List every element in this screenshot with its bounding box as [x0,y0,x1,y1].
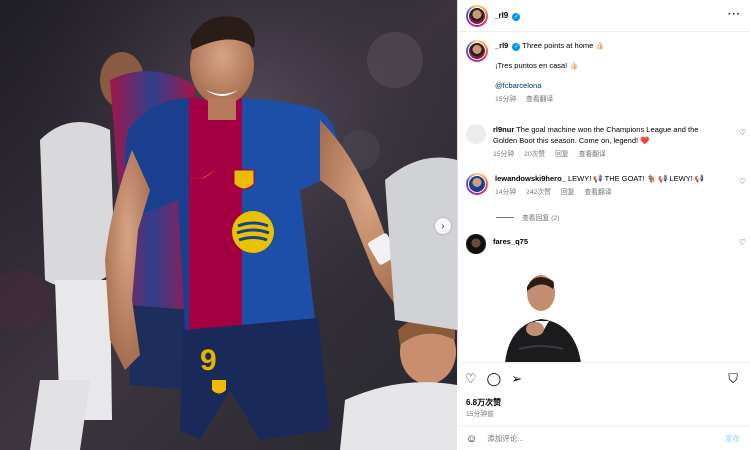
comment-username[interactable]: fares_q75 [493,237,528,246]
caption-avatar[interactable] [466,40,488,62]
comment-time: 14分钟 [495,189,517,196]
reply-button[interactable]: 回复 [561,189,575,196]
thumbs-up-emoji: 👍🏻 [569,61,579,70]
post-photo[interactable]: 9 › [0,0,457,450]
view-replies-label[interactable]: 查看回复 (2) [522,212,559,222]
comment-input[interactable]: 添加评论... [487,433,725,444]
comment-item: lewandowski9hero_ LEWY! 📢 THE GOAT! 🐐 📢 … [466,173,746,198]
caption-username[interactable]: _rl9 [495,41,508,50]
verified-badge-icon: ✓ [512,12,521,21]
comment-likes[interactable]: 20次赞 [524,151,545,158]
comment-text: The goal machine won the Champions Leagu… [493,125,699,145]
like-heart-icon[interactable]: ♡ [465,371,477,387]
chevron-right-icon: › [441,220,445,232]
person-gif-image [495,263,589,363]
see-translation-button[interactable]: 查看翻译 [584,189,611,196]
view-replies-button[interactable]: 查看回复 (2) [496,212,559,222]
next-photo-button[interactable]: › [435,218,451,234]
bookmark-icon[interactable]: ⛉ [728,371,738,387]
comment-item: rl9nur The goal machine won the Champion… [466,124,746,160]
comment-username[interactable]: rl9nur [493,125,514,134]
share-send-icon[interactable]: ➢ [511,371,522,387]
avatar[interactable] [466,173,488,195]
football-celebration-image: 9 [0,0,457,450]
avatar[interactable] [466,124,486,144]
caption: _rl9 ✓ Three points at home 👍🏻 ¡Tres pun… [466,40,746,105]
comment-text: LEWY! 📢 THE GOAT! 🐐 📢 LEWY! 📢 [567,174,705,183]
heart-emoji: ❤️ [640,136,650,145]
comment-time: 15分钟 [493,151,515,158]
caption-time: 15分钟 [495,96,517,103]
comment-gif[interactable] [495,263,589,363]
likes-count[interactable]: 6.8万次赞 [466,397,501,408]
more-options-icon[interactable]: ··· [728,9,741,20]
comment-item: fares_q75 ♡ [466,234,746,254]
post-comment-button[interactable]: 发布 [725,433,740,444]
verified-badge-icon: ✓ [512,43,521,51]
caption-line-2: ¡Tres puntos en casa! [495,61,568,70]
like-comment-heart-icon[interactable]: ♡ [739,238,746,247]
avatar[interactable] [466,234,486,254]
like-comment-heart-icon[interactable]: ♡ [739,177,746,186]
see-translation-button[interactable]: 查看翻译 [526,96,553,103]
comment-bubble-icon[interactable]: ◯ [487,371,502,387]
emoji-picker-icon[interactable]: ☺ [466,433,477,445]
avatar[interactable] [466,4,488,27]
comment-likes[interactable]: 242次赞 [526,189,551,196]
svg-text:9: 9 [200,344,217,377]
like-comment-heart-icon[interactable]: ♡ [739,128,746,137]
reply-button[interactable]: 回复 [555,151,569,158]
post-actions: ♡ ◯ ➢ ⛉ 6.8万次赞 15分钟前 ☺ 添加评论... 发布 [457,362,750,450]
mention-link[interactable]: @fcbarcelona [495,80,721,91]
caption-line-1: Three points at home [522,41,594,50]
post-time: 15分钟前 [466,411,494,418]
replies-divider [496,216,514,218]
add-comment-row: ☺ 添加评论... 发布 [457,425,750,450]
comment-username[interactable]: lewandowski9hero_ [495,174,566,183]
username-link[interactable]: _rl9 [494,11,508,20]
post-username[interactable]: _rl9 ✓ [494,11,521,21]
see-translation-button[interactable]: 查看翻译 [579,151,606,158]
post-header: _rl9 ✓ ··· [458,0,750,32]
thumbs-up-emoji: 👍🏻 [595,41,605,50]
